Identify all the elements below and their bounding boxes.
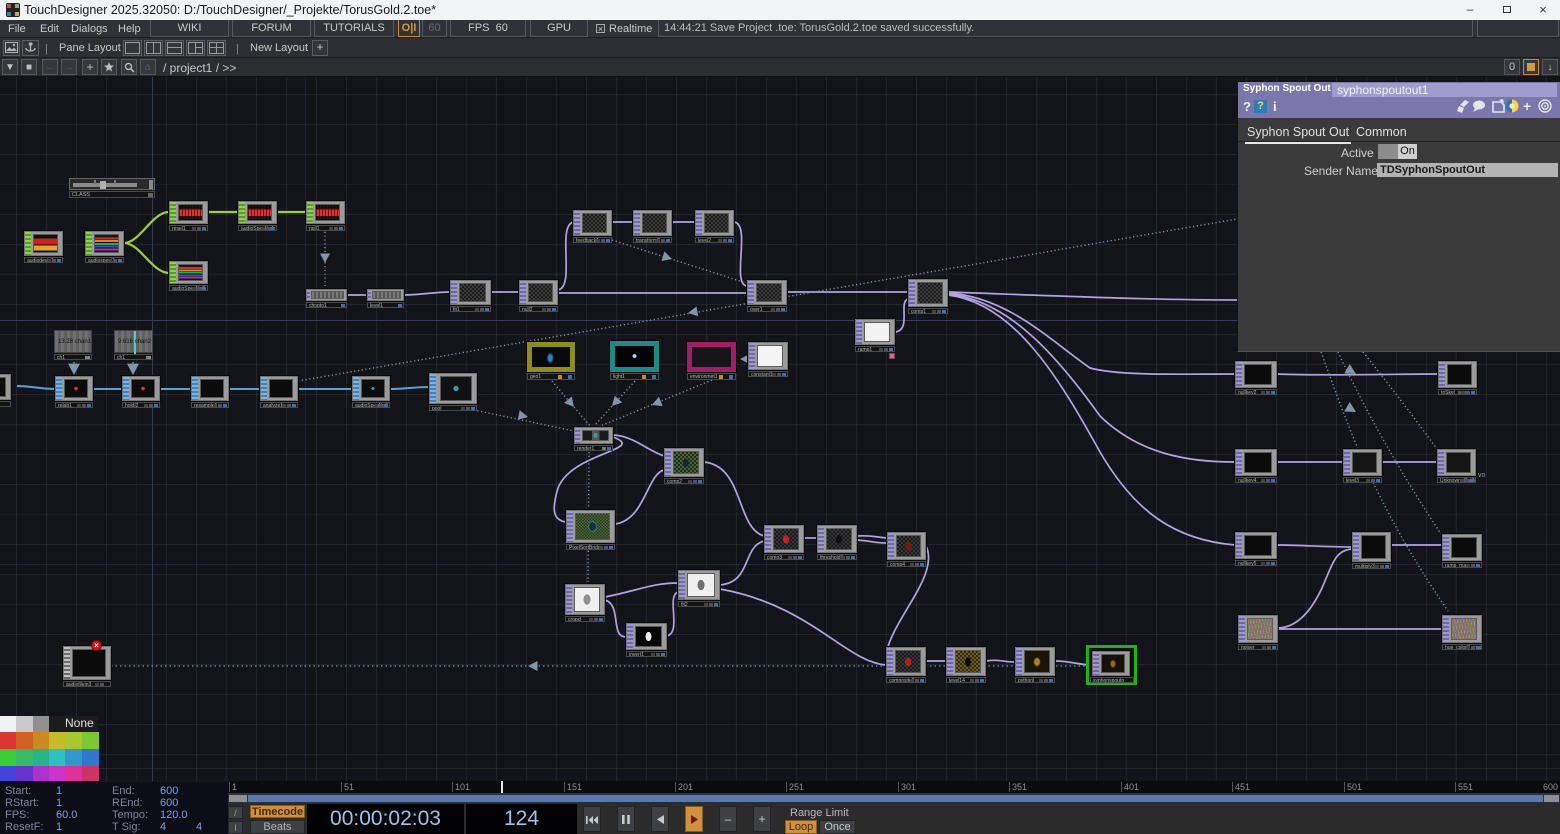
svg-text:+: + (1523, 99, 1531, 114)
